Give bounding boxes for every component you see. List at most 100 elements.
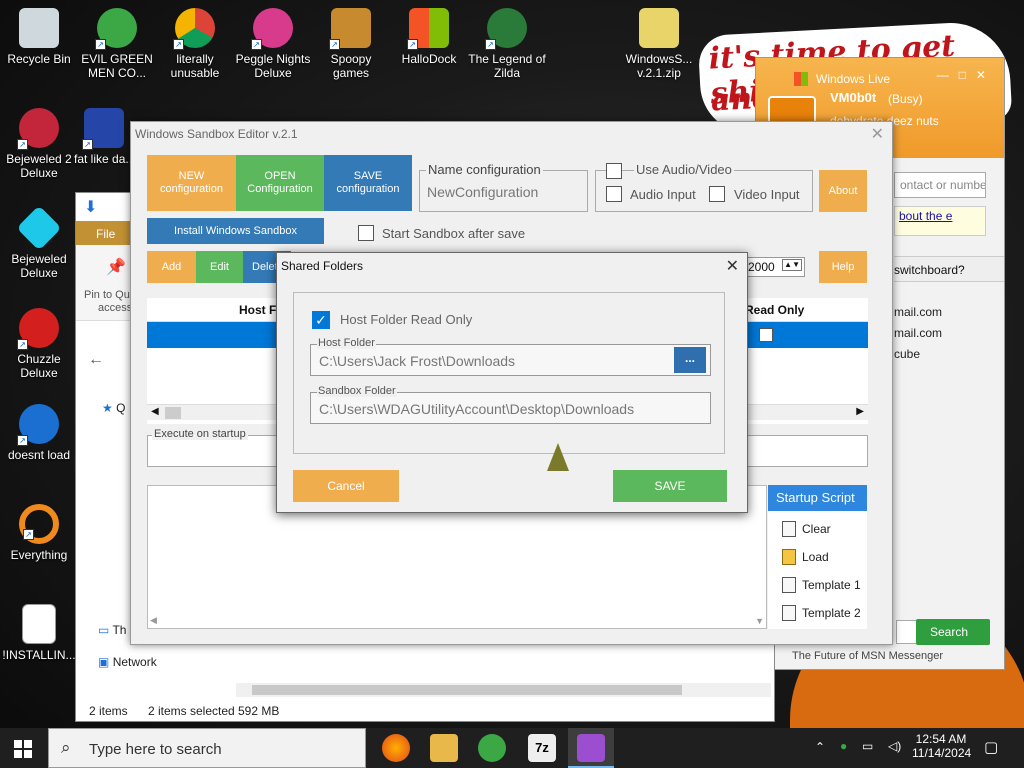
desktop-icon-doesnt-load[interactable]: ↗ doesnt load [0,404,78,462]
desktop-icon-installing[interactable]: !INSTALLIN... [0,604,78,662]
desktop-icon-evil-green-men[interactable]: ↗ EVIL GREEN MEN CO... [78,8,156,80]
sidebar-item-quick-access[interactable]: ★ Q [102,401,125,415]
msn-status[interactable]: (Busy) [888,92,923,106]
scroll-thumb[interactable] [252,685,682,695]
sidebar-item-this-pc[interactable]: ▭ Th [98,623,126,637]
read-only-label: Host Folder Read Only [340,312,473,327]
list-item[interactable]: mail.com [894,302,1014,323]
start-after-save-checkbox[interactable] [358,225,374,241]
icon-label: Bejeweled Deluxe [11,252,67,280]
load-button[interactable]: Load [782,549,829,565]
read-only-checkbox[interactable]: ✓ [312,311,330,329]
sandbox-folder-field[interactable]: Sandbox Folder C:\Users\WDAGUtilityAccou… [310,385,711,424]
notification-icon[interactable]: ▢ [984,738,998,756]
stepper-arrows-icon[interactable]: ▲▼ [782,259,802,271]
scroll-down-icon[interactable]: ▼ [755,616,764,626]
msn-contact-search[interactable]: ontact or numbe [894,172,986,198]
sidebar-item-network[interactable]: ▣ Network [98,655,157,669]
taskbar-search[interactable]: ⌕ Type here to search [48,728,366,768]
file-tab[interactable]: File [76,221,132,245]
msn-display-name[interactable]: VM0b0t [830,90,876,105]
msn-title: Windows Live [816,72,891,86]
firefox-icon[interactable] [382,734,410,762]
network-tray-icon[interactable]: ▭ [862,739,873,753]
pin-label[interactable]: Pin to Qu [84,289,130,301]
volume-tray-icon[interactable]: ◁) [888,739,901,753]
read-only-cell-checkbox[interactable] [759,328,773,342]
scroll-thumb[interactable] [165,407,181,419]
help-button[interactable]: Help [819,251,867,283]
memory-stepper[interactable]: 2000 ▲▼ [743,257,805,277]
msn-tray-icon[interactable]: ● [840,739,847,753]
file-explorer-icon[interactable] [430,734,458,762]
cancel-button[interactable]: Cancel [293,470,399,502]
template-2-button[interactable]: Template 2 [782,605,861,621]
list-item[interactable]: cube [894,344,1014,365]
save-config-button[interactable]: SAVE configuration [324,155,412,211]
back-arrow-icon[interactable]: ← [88,351,104,369]
clear-button[interactable]: Clear [782,521,831,537]
desktop-icon-hallodock[interactable]: ↗ HalloDock [390,8,468,66]
desktop-icon-bejeweled[interactable]: Bejeweled Deluxe [0,205,78,280]
new-config-button[interactable]: NEW configuration [147,155,236,211]
desktop-icon-everything[interactable]: ↗ Everything [0,504,78,562]
audio-input-checkbox[interactable] [606,186,622,202]
browse-button[interactable]: ... [674,347,706,373]
add-button[interactable]: Add [147,251,196,283]
7zip-icon[interactable]: 7z [528,734,556,762]
msn-ad-link[interactable]: bout the e [894,206,986,236]
desktop-icon-literally-unusable[interactable]: ↗ literally unusable [156,8,234,80]
open-config-button[interactable]: OPEN Configuration [236,155,324,211]
down-arrow-icon[interactable]: ⬇ [84,197,97,217]
desktop-icon-bejeweled-2[interactable]: ↗ Bejeweled 2 Deluxe [0,108,78,180]
icon-label: The Legend of Zilda [468,52,546,80]
desktop-icon-spoopy-games[interactable]: ↗ Spoopy games [312,8,390,80]
name-config-input[interactable]: NewConfiguration [427,184,538,200]
windows-start-icon[interactable] [14,740,32,758]
desktop-icon-zilda[interactable]: ↗ The Legend of Zilda [468,8,546,80]
msn-window-controls[interactable]: —□✕ [937,68,996,82]
install-sandbox-button[interactable]: Install Windows Sandbox [147,218,324,244]
desktop-icon-fat-like-da[interactable]: ↗ fat like da... [74,108,134,166]
scroll-left-icon[interactable]: ◀ [151,406,159,417]
sandbox-folder-legend: Sandbox Folder [317,385,397,397]
msn-footer: The Future of MSN Messenger [792,650,944,662]
start-after-save-label: Start Sandbox after save [382,226,526,241]
close-icon[interactable]: ✕ [871,124,884,144]
shared-folders-dialog: Shared Folders ✕ ✓ Host Folder Read Only… [276,252,748,513]
nav-label: Th [112,623,127,637]
scroll-left-icon[interactable]: ◀ [150,615,157,626]
scroll-right-icon[interactable]: ▶ [856,406,864,417]
close-icon[interactable]: ✕ [726,256,739,276]
msn-people-icon[interactable] [478,734,506,762]
about-button[interactable]: About [819,170,867,212]
list-item[interactable]: mail.com [894,323,1014,344]
video-input-checkbox[interactable] [709,186,725,202]
msn-search-button[interactable]: Search [916,619,990,645]
shortcut-arrow-icon: ↗ [407,39,418,50]
status-size: 592 MB [238,704,280,718]
msn-contact-list: mail.com mail.com cube [894,302,1014,365]
desktop-icon-recycle-bin[interactable]: Recycle Bin [0,8,78,66]
template-1-button[interactable]: Template 1 [782,577,861,593]
column-header-host-folder[interactable]: Host F [239,303,276,317]
desktop-icon-sandbox-zip[interactable]: WindowsS... v.2.1.zip [620,8,698,80]
pin-icon[interactable]: 📌 [106,257,126,277]
use-audio-video-checkbox[interactable] [606,163,622,179]
icon-label: WindowsS... v.2.1.zip [625,52,693,80]
sandbox-folder-input[interactable]: C:\Users\WDAGUtilityAccount\Desktop\Down… [319,401,634,417]
sandbox-editor-taskbar-button[interactable] [568,728,614,768]
edit-button[interactable]: Edit [196,251,243,283]
desktop-icon-peggle[interactable]: ↗ Peggle Nights Deluxe [234,8,312,80]
desktop-icon-chuzzle[interactable]: ↗ Chuzzle Deluxe [0,308,78,380]
host-folder-field[interactable]: Host Folder C:\Users\Jack Frost\Download… [310,337,711,376]
shortcut-arrow-icon: ↗ [485,39,496,50]
column-header-read-only[interactable]: Read Only [745,303,804,317]
explorer-scrollbar[interactable] [236,683,771,697]
clock[interactable]: 12:54 AM 11/14/2024 [912,732,971,760]
host-folder-input[interactable]: C:\Users\Jack Frost\Downloads [319,353,515,369]
document-icon [782,521,796,537]
shortcut-arrow-icon: ↗ [329,39,340,50]
tray-overflow-icon[interactable]: ⌃ [815,740,825,754]
save-button[interactable]: SAVE [613,470,727,502]
